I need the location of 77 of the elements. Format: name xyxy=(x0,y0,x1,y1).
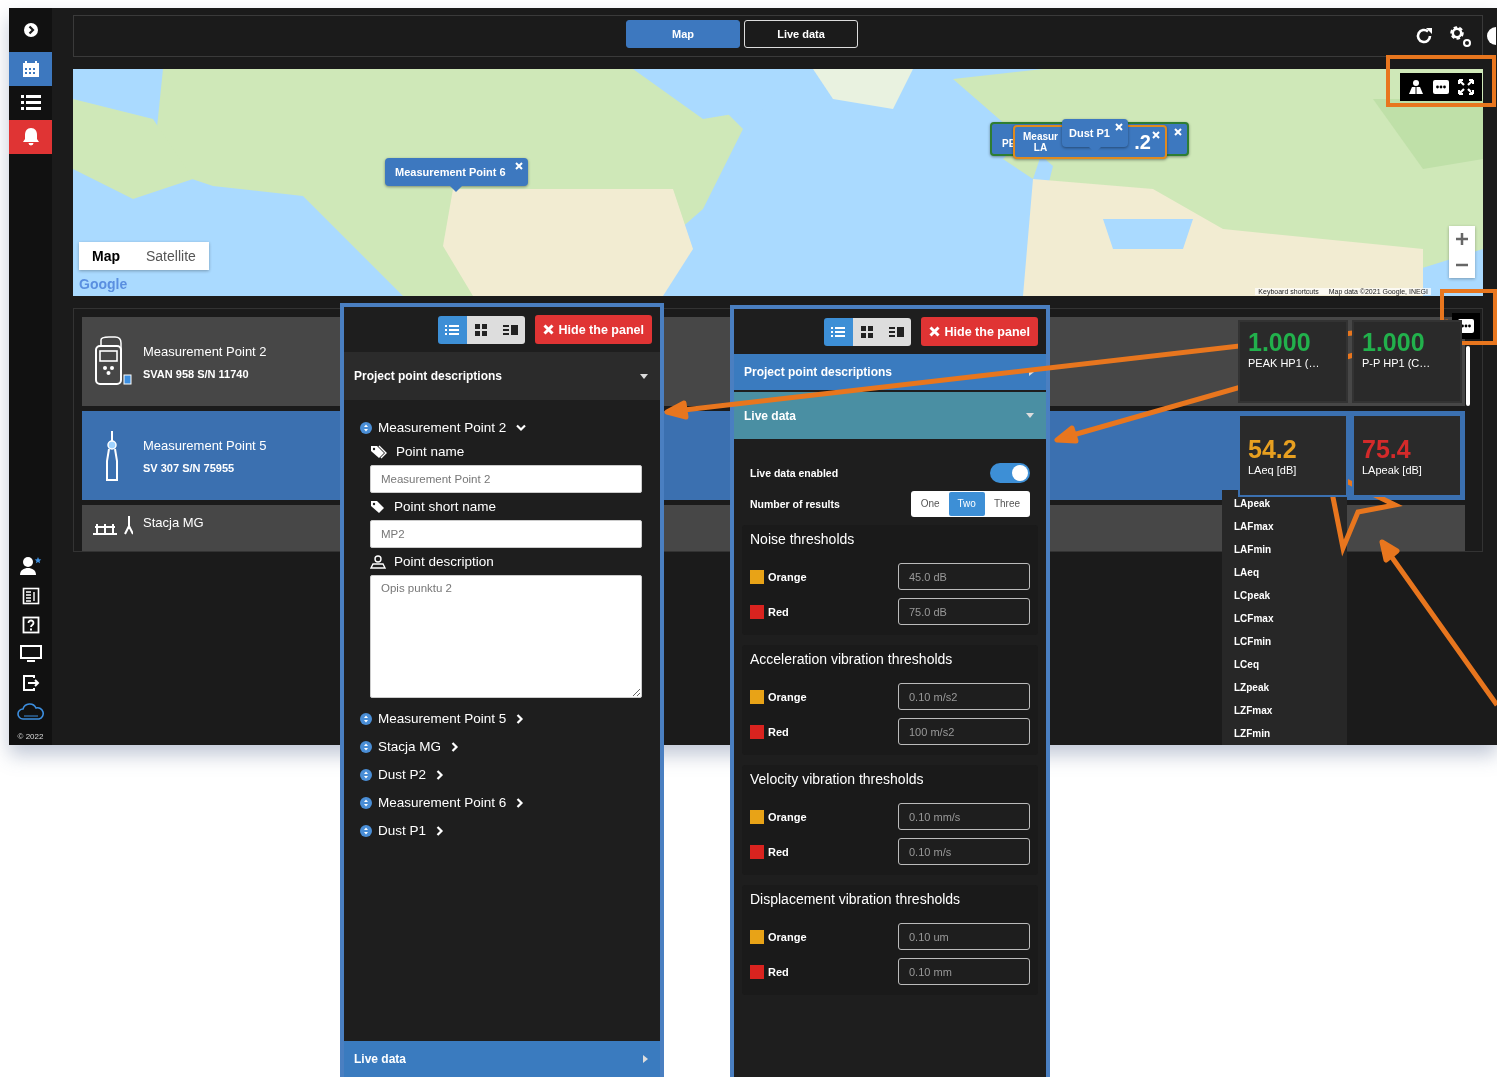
menu-item[interactable]: LZFmin xyxy=(1234,727,1347,740)
card-title: Velocity vibration thresholds xyxy=(750,771,925,787)
menu-item[interactable]: LZpeak xyxy=(1234,681,1347,694)
view-tab[interactable]: Map xyxy=(626,20,740,48)
menu-item[interactable]: LAFmax xyxy=(1234,520,1347,533)
reading-label: P-P HP1 (C… xyxy=(1362,357,1432,369)
popup-label: LA xyxy=(1033,142,1048,153)
hide-panel-button[interactable]: Hide the panel xyxy=(534,315,652,344)
threshold-label: Orange xyxy=(768,930,807,943)
text-field[interactable]: MP2 xyxy=(370,520,642,548)
threshold-label: Red xyxy=(768,605,789,618)
device-name: SV 307 S/N 75955 xyxy=(143,461,236,474)
reading-value: 1.000 xyxy=(1362,328,1426,357)
text-field[interactable]: Measurement Point 2 xyxy=(370,465,642,493)
accordion-header[interactable]: Live data xyxy=(734,390,1046,439)
threshold-label: Orange xyxy=(768,810,807,823)
reading-label: PEAK HP1 (… xyxy=(1248,357,1321,369)
reading-value: 1.000 xyxy=(1248,328,1312,357)
reading-tile[interactable]: 54.2 LAeq [dB] xyxy=(1238,414,1348,497)
threshold-field[interactable]: 0.10 um xyxy=(898,923,1030,950)
map-type-button[interactable]: Satellite xyxy=(133,242,209,270)
threshold-field[interactable]: 0.10 mm/s xyxy=(898,803,1030,830)
accordion-header[interactable]: Live data xyxy=(344,1041,660,1077)
tree-item[interactable]: Dust P1 xyxy=(360,823,644,838)
device-name: SVAN 958 S/N 11740 xyxy=(143,367,250,380)
tree-item[interactable]: Dust P2 xyxy=(360,767,644,782)
menu-item[interactable]: LAFmin xyxy=(1234,543,1347,556)
menu-item[interactable]: LCpeak xyxy=(1234,589,1347,602)
reading-value: 54.2 xyxy=(1248,435,1298,464)
accordion-header[interactable]: Project point descriptions xyxy=(734,354,1046,390)
point-name: Measurement Point 2 xyxy=(143,343,267,359)
threshold-label: Red xyxy=(768,845,789,858)
popup-label: Measur xyxy=(1023,131,1058,142)
point-name: Measurement Point 5 xyxy=(143,437,267,453)
point-name: Stacja MG xyxy=(143,515,204,530)
card-title: Acceleration vibration thresholds xyxy=(750,651,954,667)
card-title: Noise thresholds xyxy=(750,531,856,547)
threshold-field[interactable]: 0.10 m/s xyxy=(898,838,1030,865)
tree-item[interactable]: Measurement Point 2 xyxy=(360,420,644,435)
map-logo: Google xyxy=(79,276,128,292)
description-field[interactable]: Opis punktu 2 xyxy=(370,575,642,698)
tree-item[interactable]: Measurement Point 6 xyxy=(360,795,644,810)
menu-item[interactable]: LApeak xyxy=(1234,497,1347,510)
field-label: Number of results xyxy=(750,497,840,510)
reading-tile[interactable]: 75.4 LApeak [dB] xyxy=(1352,414,1462,497)
threshold-field[interactable]: 0.10 m/s2 xyxy=(898,683,1030,710)
menu-item[interactable]: LCFmin xyxy=(1234,635,1347,648)
reading-tile[interactable]: 1.000 P-P HP1 (C… xyxy=(1352,320,1462,403)
view-tab[interactable]: Live data xyxy=(744,20,858,48)
threshold-label: Red xyxy=(768,965,789,978)
menu-item[interactable]: LCeq xyxy=(1234,658,1347,671)
field-label: Live data enabled xyxy=(750,466,839,479)
tree-item[interactable]: Stacja MG xyxy=(360,739,644,754)
reading-tile[interactable]: 1.000 PEAK HP1 (… xyxy=(1238,320,1348,403)
hide-panel-button[interactable]: Hide the panel xyxy=(920,317,1038,346)
tree-item[interactable]: Measurement Point 5 xyxy=(360,711,644,726)
accordion-header[interactable]: Project point descriptions xyxy=(344,352,660,400)
reading-label: LAeq [dB] xyxy=(1248,464,1298,476)
popup-value: .2 xyxy=(1134,130,1151,154)
field-label: Point short name xyxy=(394,499,497,514)
menu-item[interactable]: LAeq xyxy=(1234,566,1347,579)
card-title: Displacement vibration thresholds xyxy=(750,891,962,907)
threshold-label: Orange xyxy=(768,570,807,583)
threshold-label: Orange xyxy=(768,690,807,703)
field-label: Point name xyxy=(396,444,465,459)
threshold-field[interactable]: 75.0 dB xyxy=(898,598,1030,625)
reading-value: 75.4 xyxy=(1362,435,1412,464)
copyright-text: © 2022 xyxy=(17,732,44,741)
threshold-field[interactable]: 45.0 dB xyxy=(898,563,1030,590)
threshold-label: Red xyxy=(768,725,789,738)
field-label: Point description xyxy=(394,554,494,569)
threshold-field[interactable]: 0.10 mm xyxy=(898,958,1030,985)
map-type-button[interactable]: Map xyxy=(79,242,133,270)
reading-label: LApeak [dB] xyxy=(1362,464,1423,476)
menu-item[interactable]: LZFmax xyxy=(1234,704,1347,717)
menu-item[interactable]: LCFmax xyxy=(1234,612,1347,625)
threshold-field[interactable]: 100 m/s2 xyxy=(898,718,1030,745)
